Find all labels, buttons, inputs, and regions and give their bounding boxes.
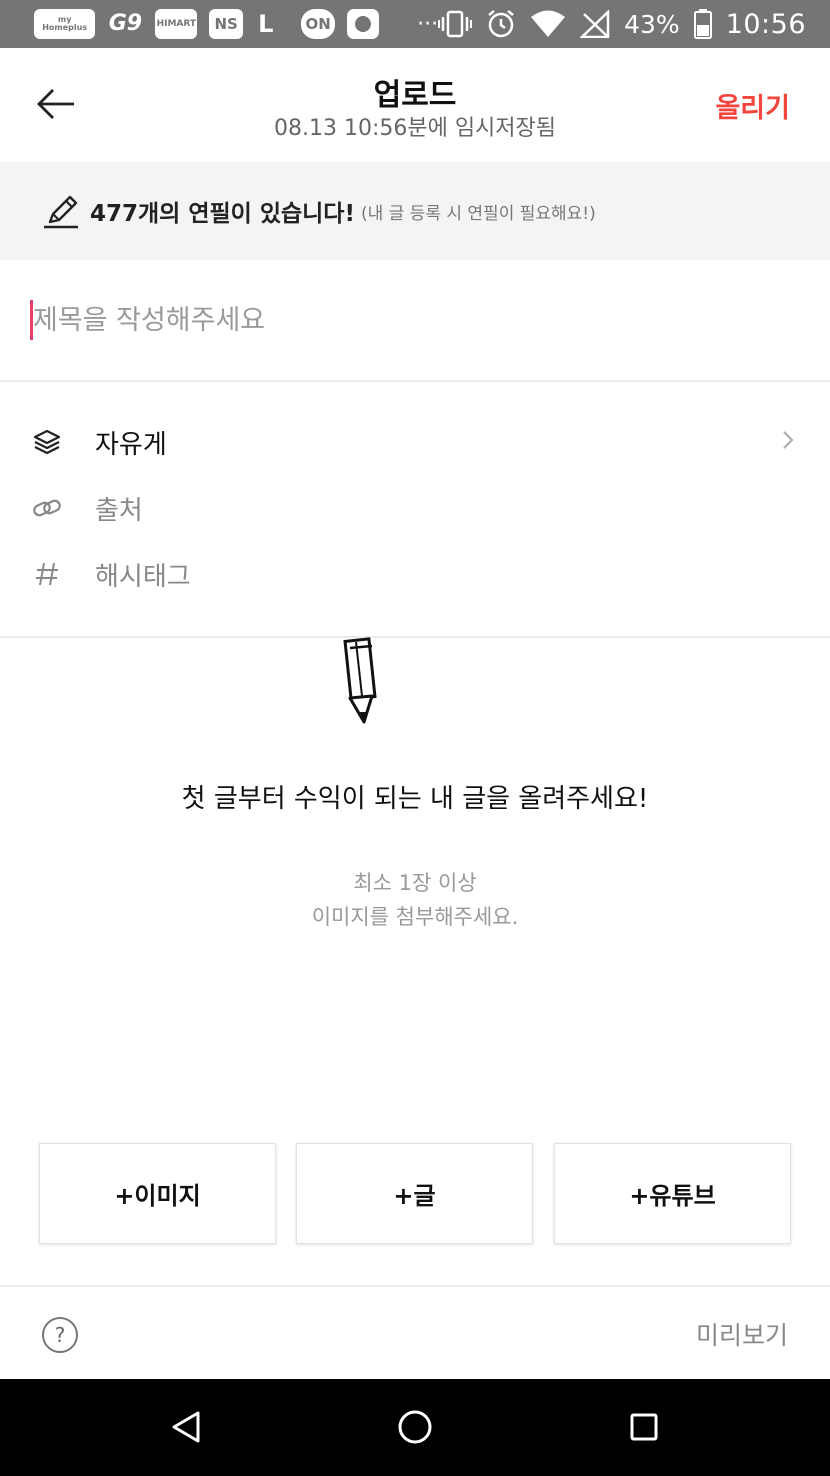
himart-icon: HIMART [155,9,198,39]
lotte-icon: L [258,10,274,38]
board-selector[interactable]: 자유게 [0,414,830,470]
pencil-count-text: 477개의 연필이 있습니다! [90,201,355,227]
g9-icon: G9 [108,11,143,36]
empty-state-hint: 최소 1장 이상 이미지를 첨부해주세요. [0,866,830,934]
battery-percent: 43% [624,9,680,39]
battery-icon [693,9,712,39]
nav-back-button[interactable] [166,1407,206,1447]
help-button[interactable]: ? [42,1317,78,1353]
pencil-icon [343,637,377,724]
post-meta-section: 자유게 출처 해시태그 [0,384,830,638]
board-label: 자유게 [95,429,167,460]
source-field[interactable]: 출처 [0,480,830,536]
hashtag-field[interactable]: 해시태그 [0,546,830,602]
source-placeholder: 출처 [95,495,143,526]
circle-home-icon [398,1410,432,1444]
square-recents-icon [630,1413,658,1441]
status-bar: my Homeplus G9 HIMART NS L ON ··· 43% 10… [0,0,830,48]
link-icon [32,493,62,523]
my-homeplus-icon: my Homeplus [34,9,96,39]
hash-icon [32,559,62,589]
more-notifications-icon: ··· [417,11,439,37]
notification-icons: my Homeplus G9 HIMART NS L ON ··· [34,9,438,39]
add-youtube-button[interactable]: +유튜브 [554,1143,791,1244]
header: 업로드 08.13 10:56분에 임시저장됨 올리기 [0,48,830,162]
autosave-status: 08.13 10:56분에 임시저장됨 [273,116,557,141]
wifi-icon [530,10,566,38]
on-icon: ON [301,9,336,39]
add-text-button[interactable]: +글 [296,1143,533,1244]
hashtag-placeholder: 해시태그 [95,561,191,592]
pencil-icon [44,195,78,229]
bottom-toolbar: ? 미리보기 [0,1285,830,1379]
upload-button[interactable]: 올리기 [715,86,790,125]
title-field [0,260,830,382]
empty-state-hint-line-1: 최소 1장 이상 [353,871,477,895]
nav-home-button[interactable] [395,1407,435,1447]
triangle-back-icon [172,1411,200,1443]
title-input[interactable] [33,294,793,346]
pencil-note: (내 글 등록 시 연필이 필요해요!) [360,203,596,224]
layers-icon [32,427,62,457]
clock: 10:56 [725,8,806,40]
system-nav-bar [0,1379,830,1476]
preview-button[interactable]: 미리보기 [696,1316,788,1352]
pencil-balance-banner: 477개의 연필이 있습니다! (내 글 등록 시 연필이 필요해요!) [0,162,830,260]
ns-icon: NS [209,9,244,39]
empty-state-hint-line-2: 이미지를 첨부해주세요. [311,905,519,929]
empty-state-title: 첫 글부터 수익이 되는 내 글을 올려주세요! [181,784,649,814]
question-mark-icon: ? [54,1323,66,1347]
page-title: 업로드 [373,78,457,113]
chevron-right-icon [782,430,794,454]
nav-recents-button[interactable] [624,1407,664,1447]
record-icon [347,9,380,39]
no-signal-icon [580,10,610,38]
alarm-icon [486,9,516,39]
vibrate-icon [438,10,473,38]
add-image-button[interactable]: +이미지 [39,1143,276,1244]
